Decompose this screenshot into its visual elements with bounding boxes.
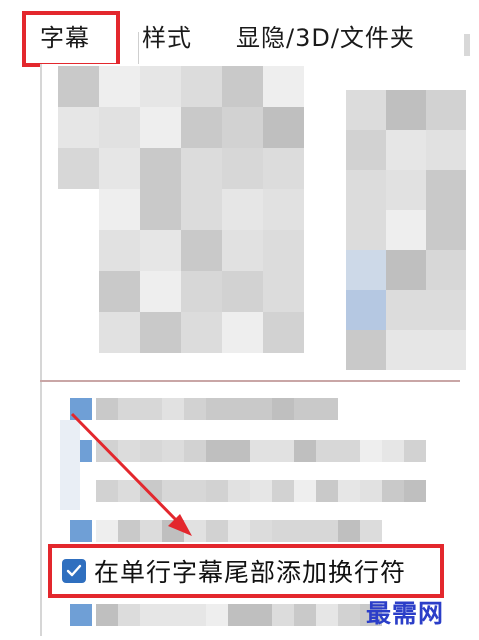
annotation-arrow-icon — [70, 412, 192, 536]
subtitle-settings-screen: 字幕 样式 显隐/3D/文件夹 在单行字幕尾部添加换行符 最需网 — [0, 0, 479, 640]
watermark-logo: 最需网 — [366, 599, 445, 628]
